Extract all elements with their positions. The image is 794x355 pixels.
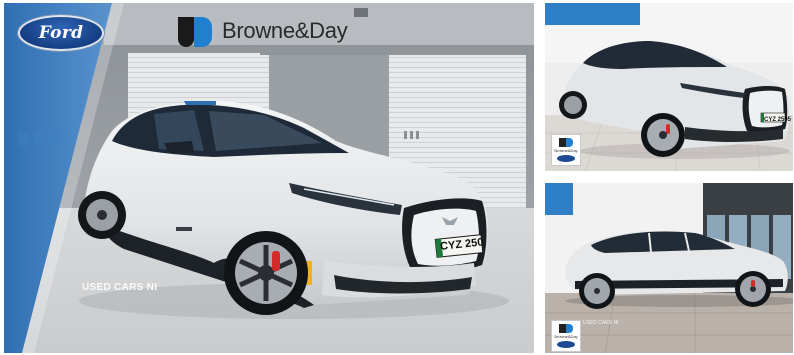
thumb1-plate-text: CYZ 2505 [764, 117, 792, 123]
thumb2-dealer-logo: Browne&Day [551, 320, 581, 352]
thumbnail-front-scene: CYZ 2505 [545, 3, 793, 171]
main-car-photo[interactable]: Ford Browne&Day CYZ 2505 USED CARS NI [4, 3, 534, 353]
thumbnail-side-scene [545, 183, 793, 353]
watermark: USED CARS NI [82, 282, 157, 293]
thumb2-watermark: USED CARS NI [583, 320, 619, 326]
dealer-logo: Browne&Day [176, 11, 348, 51]
license-plate-text: CYZ 2505 [440, 236, 484, 253]
thumb1-dealer-logo: Browne&Day [551, 134, 581, 166]
dealer-bd-mark-icon [176, 13, 216, 49]
ford-logo: Ford [18, 15, 104, 51]
showroom-scene [4, 3, 534, 353]
thumb2-ford-oval-icon [557, 341, 575, 348]
thumb2-dealer-name: Browne&Day [554, 334, 578, 339]
dealer-name: Browne&Day [222, 18, 348, 43]
thumbnail-front-view[interactable]: CYZ 2505 Browne&Day [545, 3, 793, 171]
thumbnail-side-view[interactable]: Browne&Day USED CARS NI [545, 183, 793, 353]
ford-logo-text: Ford [38, 23, 84, 43]
license-plate: CYZ 2505 [440, 236, 484, 253]
thumb1-dealer-name: Browne&Day [554, 148, 578, 153]
thumb1-ford-oval-icon [557, 155, 575, 162]
watermark-text: USED CARS NI [82, 282, 158, 293]
